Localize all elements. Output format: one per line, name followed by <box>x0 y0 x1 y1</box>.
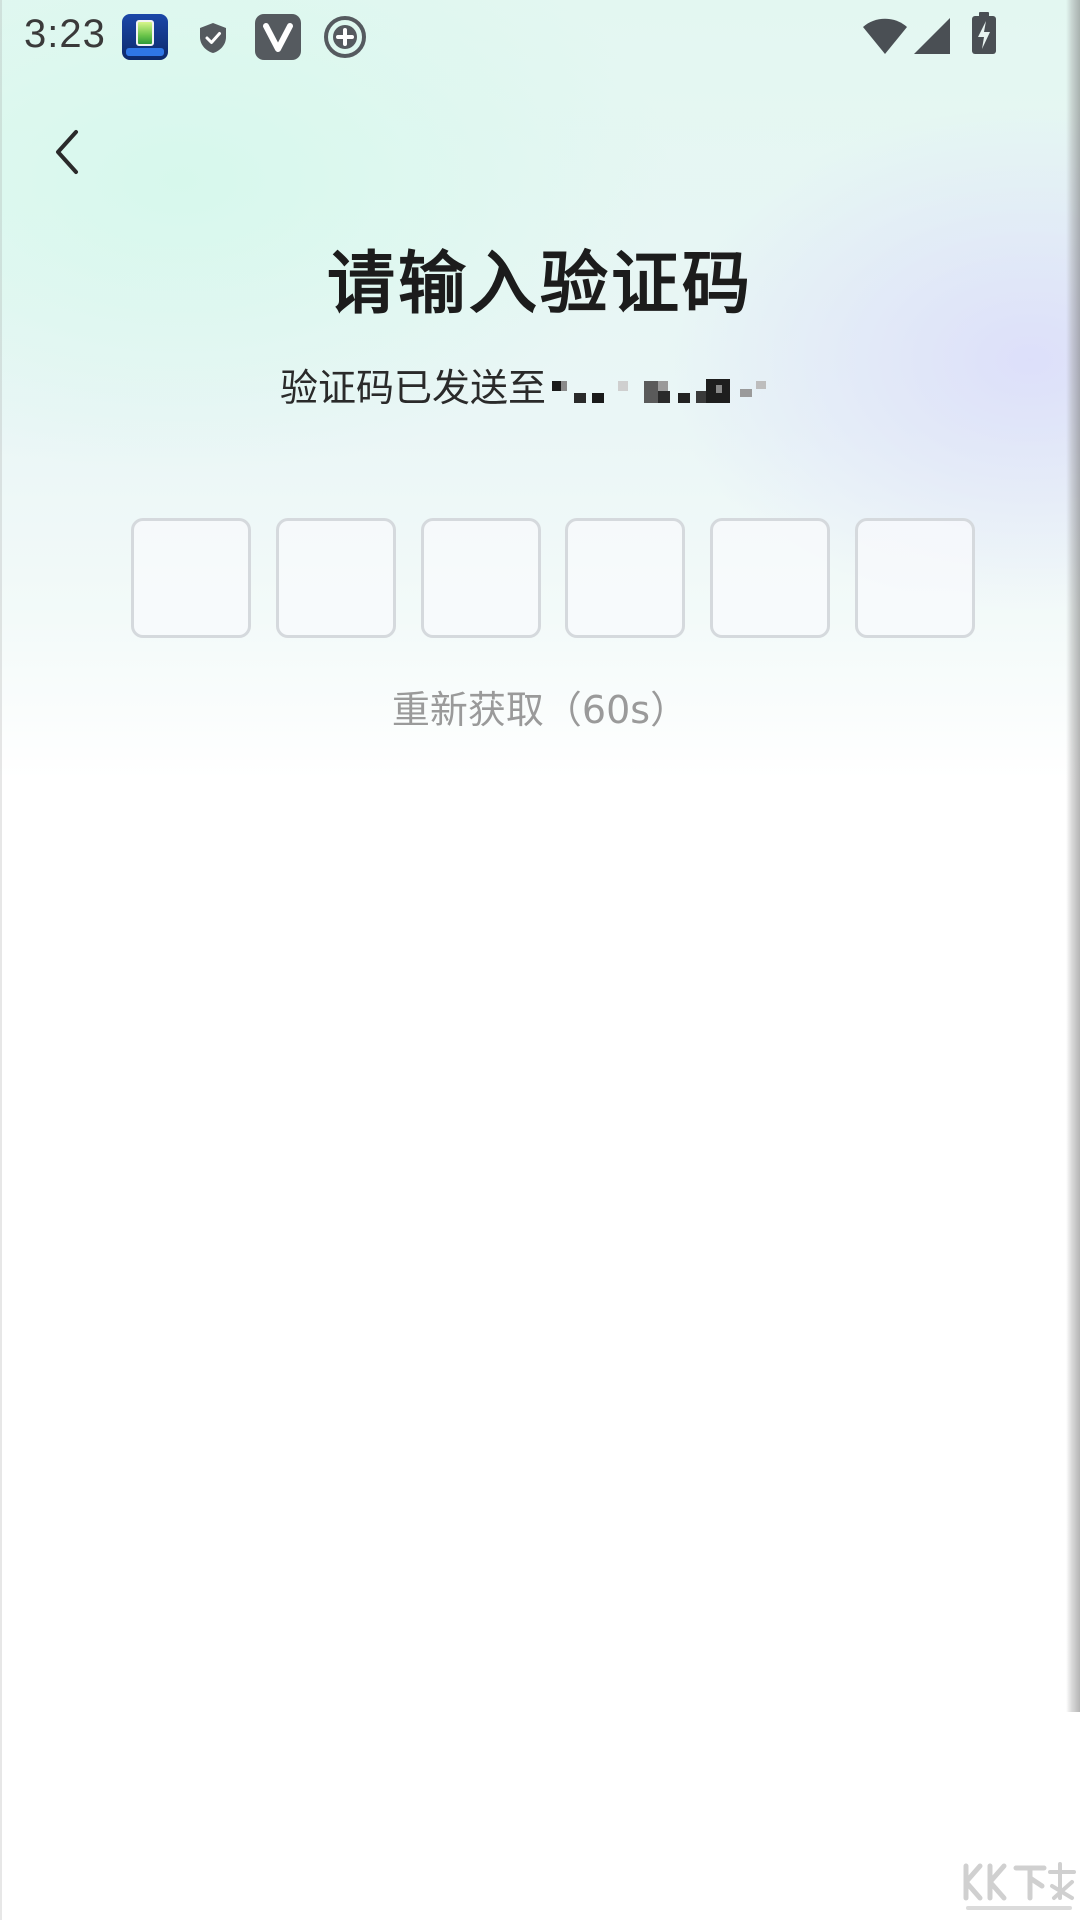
masked-phone-number <box>550 373 794 403</box>
code-digit-5[interactable] <box>710 518 831 638</box>
battery-charging-icon <box>972 12 996 54</box>
status-bar: 3:23 <box>0 0 1080 72</box>
circle-plus-icon <box>324 16 366 58</box>
watermark-logo <box>963 1862 1076 1910</box>
code-digit-4[interactable] <box>565 518 686 638</box>
code-digit-6[interactable] <box>854 518 975 638</box>
code-digit-2[interactable] <box>275 518 396 638</box>
shield-icon <box>200 23 226 53</box>
status-time: 3:23 <box>24 12 106 56</box>
back-button[interactable] <box>34 120 98 184</box>
page-title: 请输入验证码 <box>326 245 753 324</box>
signal-icon <box>914 18 950 54</box>
code-digit-3[interactable] <box>420 518 541 638</box>
resend-code-button[interactable]: 重新获取（60s） <box>0 682 1080 738</box>
app-battery-icon <box>122 14 168 60</box>
wifi-icon <box>863 18 907 54</box>
code-digit-1[interactable] <box>131 518 251 638</box>
sent-to-label: 验证码已发送至 <box>280 366 547 410</box>
sent-to-line: 验证码已发送至 <box>280 360 794 416</box>
v-app-icon <box>255 14 301 60</box>
code-input-row <box>131 518 975 640</box>
chevron-left-icon <box>56 130 78 174</box>
